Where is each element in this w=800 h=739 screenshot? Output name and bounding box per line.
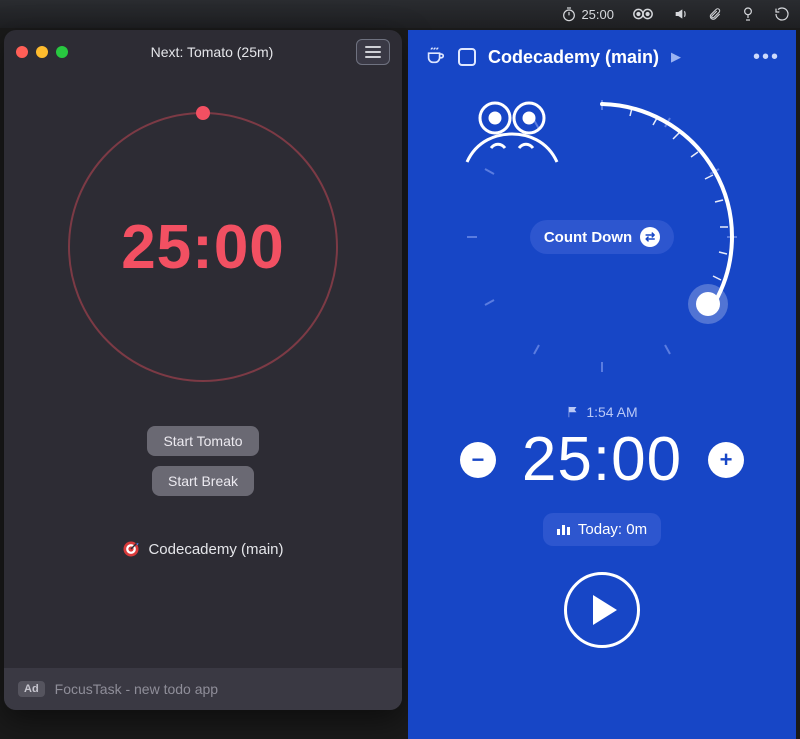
decrease-time-button[interactable]: − [460,442,496,478]
menubar-timer-text: 25:00 [581,7,614,22]
today-stats-label: Today: 0m [578,521,647,538]
start-break-button[interactable]: Start Break [152,466,254,496]
today-stats-pill[interactable]: Today: 0m [543,513,661,546]
owl-timer-window: Codecademy (main) ▶ ••• [408,30,796,739]
pomodoro-window: Next: Tomato (25m) 25:00 Start Tomato St… [4,30,402,710]
menubar-timer-item[interactable]: 25:00 [561,6,614,22]
lock-icon[interactable] [740,5,756,23]
ad-tag: Ad [18,681,45,697]
alarm-time-row: 1:54 AM [566,404,637,420]
macos-menubar: 25:00 [0,0,800,28]
mini-play-icon[interactable]: ▶ [671,49,681,65]
bar-chart-icon [557,525,570,535]
countdown-label: Count Down [544,229,632,246]
paperclip-icon[interactable] [708,5,722,23]
countdown-display: 25:00 [522,424,682,495]
volume-icon[interactable] [672,6,690,22]
owl-task-title[interactable]: Codecademy (main) [488,47,659,68]
play-icon [593,595,617,625]
owl-header: Codecademy (main) ▶ ••• [408,30,796,84]
increase-time-button[interactable]: + [708,442,744,478]
window-titlebar[interactable]: Next: Tomato (25m) [4,30,402,74]
start-timer-button[interactable] [564,572,640,648]
history-icon[interactable] [774,6,790,22]
task-checkbox[interactable] [458,48,476,66]
hamburger-menu-button[interactable] [356,39,390,65]
flag-icon [566,405,580,419]
alarm-time-text: 1:54 AM [586,404,637,420]
ad-banner[interactable]: Ad FocusTask - new todo app [4,668,402,710]
timer-display: 25:00 [58,102,348,392]
timer-dial[interactable]: Count Down ⇄ [457,92,747,382]
ad-text: FocusTask - new todo app [55,681,218,697]
close-window-button[interactable] [16,46,28,58]
window-title: Next: Tomato (25m) [76,44,348,60]
stopwatch-icon [561,6,577,22]
target-icon [122,540,140,558]
traffic-lights [16,46,68,58]
coffee-cup-icon[interactable] [424,44,446,71]
dial-handle[interactable] [696,292,720,316]
menubar-owl-icon[interactable] [632,6,654,22]
fullscreen-window-button[interactable] [56,46,68,58]
current-task-label: Codecademy (main) [148,541,283,558]
timer-ring: 25:00 [58,102,348,392]
start-tomato-button[interactable]: Start Tomato [147,426,258,456]
current-task-row[interactable]: Codecademy (main) [122,540,283,558]
swap-mode-icon: ⇄ [640,227,660,247]
more-menu-button[interactable]: ••• [753,46,780,69]
countdown-mode-pill[interactable]: Count Down ⇄ [530,220,674,254]
minimize-window-button[interactable] [36,46,48,58]
owl-icon [457,92,567,172]
